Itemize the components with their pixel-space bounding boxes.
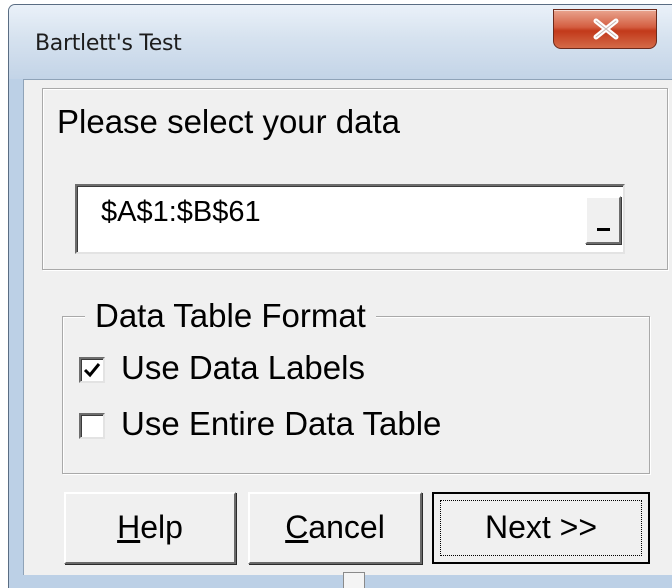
data-range-input[interactable]: $A$1:$B$61: [75, 184, 625, 254]
title-bar[interactable]: Bartlett's Test: [9, 5, 672, 79]
resize-nub: [343, 572, 365, 588]
data-table-format-legend: Data Table Format: [85, 297, 376, 335]
window-title: Bartlett's Test: [35, 31, 182, 56]
range-select-button[interactable]: [585, 196, 621, 244]
cancel-button[interactable]: Cancel: [248, 492, 422, 564]
cancel-mnemonic: C: [285, 509, 309, 545]
help-mnemonic: H: [117, 509, 141, 545]
next-button-label: Next >>: [484, 509, 598, 545]
help-button[interactable]: Help: [64, 492, 236, 564]
use-entire-data-table-label: Use Entire Data Table: [121, 405, 442, 442]
range-select-icon: [597, 228, 610, 231]
help-label-rest: elp: [140, 509, 183, 545]
dialog-client-area: Please select your data $A$1:$B$61 Data …: [23, 79, 672, 575]
cancel-label-rest: ancel: [308, 509, 385, 545]
next-button[interactable]: Next >>: [432, 492, 650, 564]
data-selection-heading: Please select your data: [57, 103, 401, 140]
close-x-icon: [593, 18, 619, 40]
close-button[interactable]: [553, 9, 657, 49]
data-selection-panel: Please select your data $A$1:$B$61: [42, 88, 668, 270]
dialog-window: Bartlett's Test Please select your data …: [8, 4, 672, 588]
data-table-format-group: Data Table Format Use Data Labels Use En…: [62, 297, 650, 474]
checkmark-icon: [83, 363, 101, 378]
use-data-labels-label: Use Data Labels: [121, 349, 365, 386]
use-entire-data-table-checkbox[interactable]: [79, 413, 105, 439]
data-range-value[interactable]: $A$1:$B$61: [101, 196, 261, 229]
use-data-labels-checkbox[interactable]: [79, 357, 105, 383]
